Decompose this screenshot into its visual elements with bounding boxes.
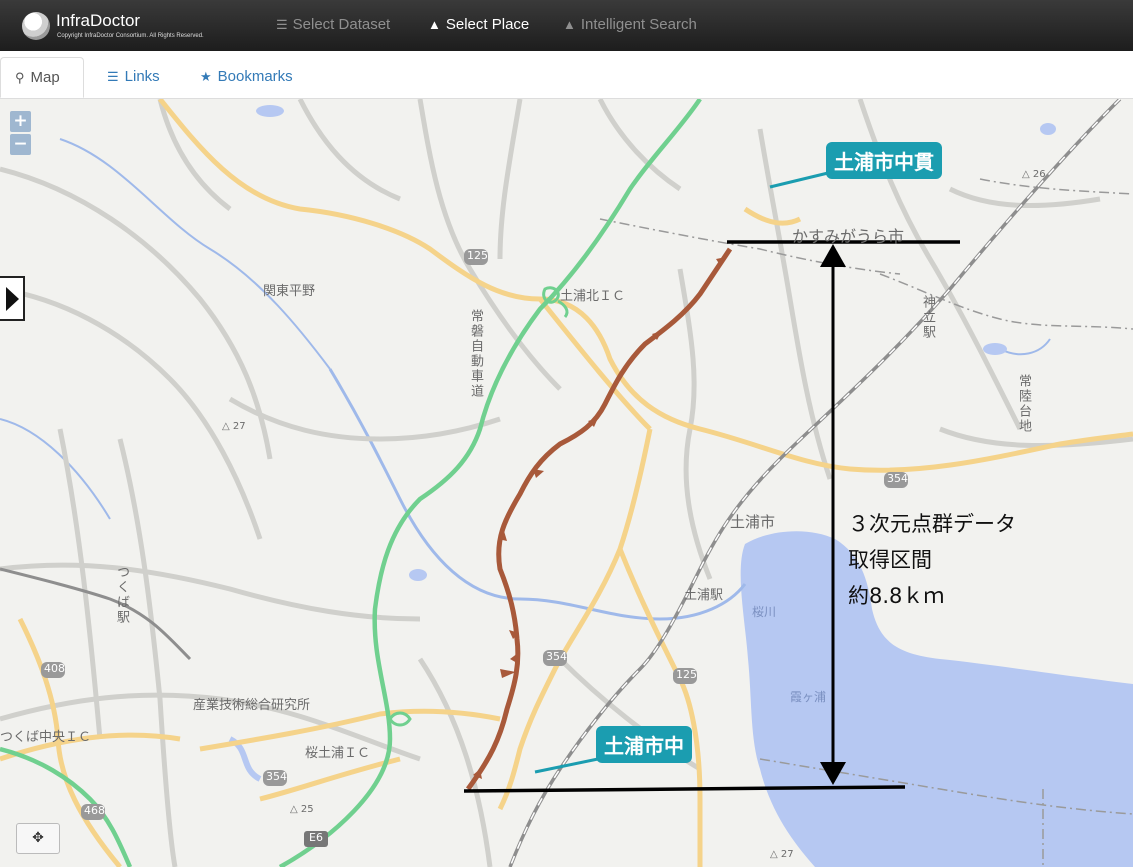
- zoom-in-button[interactable]: +: [10, 111, 31, 132]
- nav-select-place[interactable]: ▲ Select Place: [428, 16, 529, 33]
- route-354-shield-c: 354: [266, 770, 287, 783]
- brand-copyright: Copyright InfraDoctor Consortium. All Ri…: [57, 33, 204, 39]
- play-triangle-icon: [6, 287, 19, 311]
- label-hitachi-daichi: 常陸台地: [1016, 374, 1031, 434]
- tab-bookmarks[interactable]: ★ Bookmarks: [186, 57, 307, 98]
- tab-bar: ⚲ Map ☰ Links ★ Bookmarks: [0, 51, 1133, 99]
- label-joban-expressway: 常磐自動車道: [468, 309, 483, 399]
- label-tsukuba-station: つくば駅: [114, 565, 129, 625]
- label-elevation-27-a: △ 27: [222, 421, 246, 432]
- label-sakuragawa: 桜川: [752, 605, 777, 619]
- map-canvas: [0, 99, 1133, 867]
- route-468-shield: 468: [84, 804, 105, 817]
- map-marker-icon: ⚲: [15, 70, 25, 85]
- route-354-shield-b: 354: [887, 472, 908, 485]
- locate-button[interactable]: ✥: [16, 823, 60, 854]
- crosshair-icon: ✥: [32, 830, 44, 846]
- label-kanto-heiya: 関東平野: [263, 284, 316, 299]
- label-aist: 産業技術総合研究所: [193, 698, 311, 713]
- sidebar-toggle-button[interactable]: [0, 276, 25, 321]
- label-elevation-26: △ 26: [1022, 169, 1046, 180]
- label-kandatsu-station: 神立駅: [920, 295, 935, 340]
- infradoctor-logo-icon: [22, 12, 50, 40]
- tab-map[interactable]: ⚲ Map: [0, 57, 84, 98]
- route-e6-shield: E6: [309, 831, 323, 844]
- nav-select-dataset[interactable]: ☰ Select Dataset: [276, 16, 390, 33]
- label-kasumigaura-lake: 霞ヶ浦: [790, 690, 827, 704]
- section-label-line2: 取得区間: [848, 548, 932, 572]
- nav-intelligent-search[interactable]: ▲ Intelligent Search: [563, 16, 697, 33]
- label-tsuchiura-city: 土浦市: [730, 513, 776, 531]
- top-navbar: InfraDoctor Copyright InfraDoctor Consor…: [0, 0, 1133, 51]
- tab-links[interactable]: ☰ Links: [93, 57, 174, 98]
- callout-nakanuki: 土浦市中貫: [826, 142, 942, 179]
- road-icon: ▲: [563, 17, 576, 32]
- survey-section-label: ３次元点群データ 取得区間 約8.8ｋｍ: [848, 506, 1016, 614]
- brand-name: InfraDoctor: [56, 11, 141, 30]
- route-354-shield: 354: [546, 650, 567, 663]
- map-view[interactable]: 125 354 125 354 408 354 468 E6 かすみがうら市 関…: [0, 99, 1133, 867]
- star-icon: ★: [200, 69, 212, 84]
- route-125-shield-b: 125: [676, 668, 697, 681]
- section-label-line1: ３次元点群データ: [848, 512, 1016, 536]
- label-elevation-27-b: △ 27: [770, 849, 794, 860]
- route-125-shield: 125: [467, 249, 488, 262]
- label-tsuchiura-station: 土浦駅: [684, 588, 724, 603]
- table-icon: ☰: [276, 17, 288, 32]
- section-label-line3: 約8.8ｋｍ: [848, 584, 945, 608]
- callout-naka: 土浦市中: [596, 726, 692, 763]
- zoom-out-button[interactable]: −: [10, 134, 31, 155]
- road-icon: ▲: [428, 17, 441, 32]
- label-tsuchiura-kita-ic: 土浦北ＩＣ: [560, 289, 626, 304]
- label-elevation-25: △ 25: [290, 804, 314, 815]
- list-icon: ☰: [107, 69, 119, 84]
- label-sakura-tsuchiura-ic: 桜土浦ＩＣ: [305, 746, 371, 761]
- label-kasumigaura: かすみがうら市: [792, 227, 905, 246]
- route-408-shield: 408: [44, 662, 65, 675]
- label-tsukuba-chuo-ic: つくば中央ＩＣ: [0, 730, 92, 745]
